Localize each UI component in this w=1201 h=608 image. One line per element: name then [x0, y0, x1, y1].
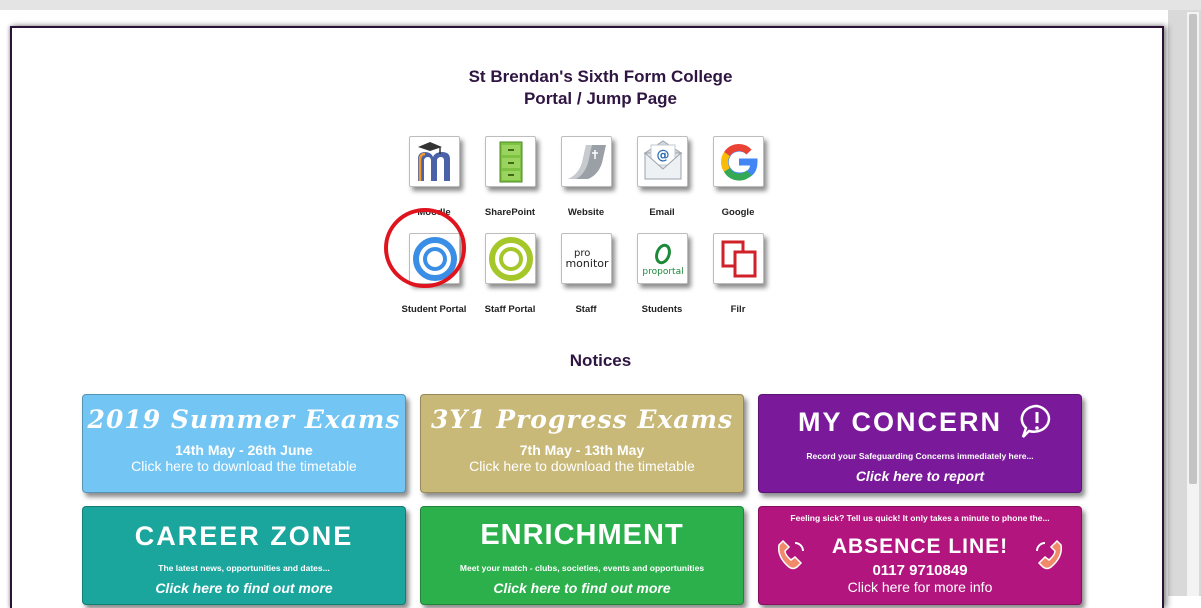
filr-app-tile[interactable] — [713, 233, 764, 284]
website-icon — [567, 144, 606, 179]
google-label[interactable]: Google — [688, 207, 788, 218]
career-zone-subline: The latest news, opportunities and dates… — [158, 563, 330, 573]
google-icon — [720, 143, 758, 181]
proportal-app-tile[interactable]: proportal — [637, 233, 688, 284]
promonitor-icon: pro monitor — [565, 248, 609, 270]
summer-exams-banner[interactable]: 2019 Summer Exams 14th May - 26th June C… — [82, 394, 406, 493]
google-app-tile[interactable] — [713, 136, 764, 187]
svg-text:proportal: proportal — [642, 267, 683, 277]
my-concern-link[interactable]: Click here to report — [759, 468, 1081, 484]
career-zone-headline: CAREER ZONE — [134, 521, 354, 551]
svg-text:@: @ — [656, 148, 669, 163]
moodle-app-tile[interactable] — [409, 136, 460, 187]
progress-exams-banner[interactable]: 3Y1 Progress Exams 7th May - 13th May Cl… — [420, 394, 744, 493]
website-app-tile[interactable] — [561, 136, 612, 187]
progress-exams-dates: 7th May - 13th May — [519, 442, 645, 458]
absence-line-link[interactable]: Click here for more info — [759, 579, 1081, 595]
enrichment-link[interactable]: Click here to find out more — [421, 580, 743, 596]
filr-icon — [721, 240, 756, 277]
progress-exams-headline: 3Y1 Progress Exams — [430, 405, 734, 434]
browser-top-band — [0, 0, 1201, 10]
summer-exams-headline: 2019 Summer Exams — [87, 405, 401, 434]
my-concern-banner[interactable]: MY CONCERN Record your Safeguarding Conc… — [758, 394, 1082, 493]
proportal-icon: proportal — [642, 243, 683, 277]
college-name: St Brendan's Sixth Form College — [468, 67, 733, 86]
progress-exams-link[interactable]: Click here to download the timetable — [421, 458, 743, 474]
staff-portal-icon — [488, 236, 533, 281]
absence-line-banner[interactable]: Feeling sick? Tell us quick! It only tak… — [758, 506, 1082, 605]
email-icon: @ — [642, 139, 683, 179]
email-app-tile[interactable]: @ — [637, 136, 688, 187]
promonitor-app-tile[interactable]: pro monitor — [561, 233, 612, 284]
page-title: Portal / Jump Page — [523, 89, 678, 108]
summer-exams-dates: 14th May - 26th June — [175, 442, 313, 458]
svg-text:monitor: monitor — [565, 257, 609, 270]
absence-line-headline: ABSENCE LINE! — [831, 535, 1009, 558]
enrichment-subline: Meet your match - clubs, societies, even… — [459, 563, 705, 573]
career-zone-banner[interactable]: CAREER ZONE The latest news, opportuniti… — [82, 506, 406, 605]
my-concern-subline: Record your Safeguarding Concerns immedi… — [806, 451, 1034, 461]
enrichment-headline: ENRICHMENT — [480, 519, 684, 551]
filr-label[interactable]: Filr — [688, 304, 788, 315]
annotation-circle — [384, 208, 466, 288]
notices-heading: Notices — [569, 351, 632, 370]
speech-bubble-icon — [1020, 404, 1051, 438]
sharepoint-icon — [499, 141, 522, 182]
sharepoint-app-tile[interactable] — [485, 136, 536, 187]
absence-line-intro: Feeling sick? Tell us quick! It only tak… — [790, 513, 1050, 523]
enrichment-banner[interactable]: ENRICHMENT Meet your match - clubs, soci… — [420, 506, 744, 605]
moodle-icon — [417, 141, 450, 181]
summer-exams-link[interactable]: Click here to download the timetable — [83, 458, 405, 474]
staff-portal-app-tile[interactable] — [485, 233, 536, 284]
career-zone-link[interactable]: Click here to find out more — [83, 580, 405, 596]
absence-line-phone[interactable]: 0117 9710849 — [759, 562, 1081, 579]
